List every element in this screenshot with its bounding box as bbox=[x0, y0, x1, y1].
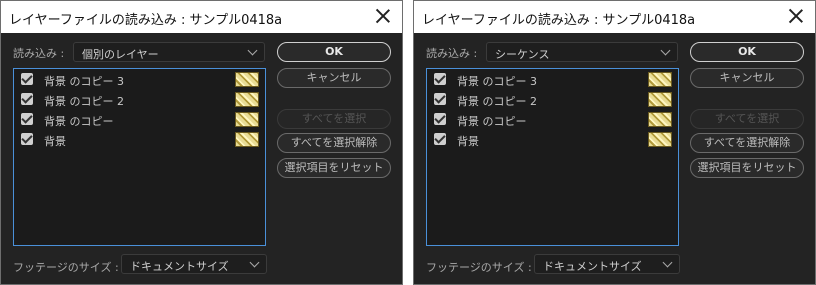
layer-row[interactable]: 背景 のコピー bbox=[427, 110, 678, 130]
reset-selection-button[interactable]: 選択項目をリセット bbox=[690, 158, 804, 178]
layer-thumbnail bbox=[235, 112, 259, 127]
close-icon[interactable] bbox=[374, 7, 392, 25]
import-mode-value: シーケンス bbox=[495, 48, 550, 61]
layer-thumbnail bbox=[648, 92, 672, 107]
layer-name: 背景 bbox=[44, 135, 66, 148]
footage-size-select[interactable]: ドキュメントサイズ bbox=[534, 254, 680, 274]
footage-size-select[interactable]: ドキュメントサイズ bbox=[121, 254, 267, 274]
footage-size-value: ドキュメントサイズ bbox=[130, 260, 229, 273]
layer-checkbox[interactable] bbox=[21, 133, 33, 145]
layer-checkbox[interactable] bbox=[434, 93, 446, 105]
footage-size-value: ドキュメントサイズ bbox=[543, 260, 642, 273]
import-label: 読み込み : bbox=[13, 47, 65, 60]
title-bar: レイヤーファイルの読み込み : サンプル0418a bbox=[414, 1, 815, 33]
layer-name: 背景 のコピー bbox=[457, 115, 527, 128]
layer-name: 背景 のコピー 3 bbox=[457, 75, 537, 88]
close-icon[interactable] bbox=[787, 7, 805, 25]
import-layer-dialog: レイヤーファイルの読み込み : サンプル0418a 読み込み : 個別のレイヤー… bbox=[0, 0, 403, 285]
dialog-title: レイヤーファイルの読み込み : サンプル0418a bbox=[422, 13, 696, 28]
layer-name: 背景 のコピー 2 bbox=[457, 95, 537, 108]
select-all-button[interactable]: すべてを選択 bbox=[690, 109, 804, 129]
select-all-button[interactable]: すべてを選択 bbox=[277, 109, 391, 129]
chevron-down-icon bbox=[660, 45, 671, 56]
layer-row[interactable]: 背景 のコピー 2 bbox=[427, 90, 678, 110]
dialog-title: レイヤーファイルの読み込み : サンプル0418a bbox=[9, 13, 283, 28]
cancel-button[interactable]: キャンセル bbox=[690, 68, 804, 88]
layer-thumbnail bbox=[235, 92, 259, 107]
layer-thumbnail bbox=[648, 132, 672, 147]
layer-list[interactable]: 背景 のコピー 3 背景 のコピー 2 背景 のコピー 背景 bbox=[13, 68, 266, 246]
deselect-all-button[interactable]: すべてを選択解除 bbox=[690, 133, 804, 153]
ok-button[interactable]: OK bbox=[277, 42, 391, 62]
footage-size-label: フッテージのサイズ : bbox=[13, 261, 119, 274]
title-bar: レイヤーファイルの読み込み : サンプル0418a bbox=[1, 1, 402, 33]
deselect-all-button[interactable]: すべてを選択解除 bbox=[277, 133, 391, 153]
layer-name: 背景 のコピー 3 bbox=[44, 75, 124, 88]
layer-checkbox[interactable] bbox=[434, 113, 446, 125]
layer-thumbnail bbox=[235, 132, 259, 147]
layer-thumbnail bbox=[648, 72, 672, 87]
import-mode-select[interactable]: シーケンス bbox=[486, 42, 678, 62]
cancel-button[interactable]: キャンセル bbox=[277, 68, 391, 88]
import-mode-value: 個別のレイヤー bbox=[82, 48, 159, 61]
ok-button[interactable]: OK bbox=[690, 42, 804, 62]
layer-name: 背景 bbox=[457, 135, 479, 148]
layer-checkbox[interactable] bbox=[21, 73, 33, 85]
layer-list[interactable]: 背景 のコピー 3 背景 のコピー 2 背景 のコピー 背景 bbox=[426, 68, 679, 246]
chevron-down-icon bbox=[247, 45, 258, 56]
layer-row[interactable]: 背景 のコピー 3 bbox=[14, 70, 265, 90]
layer-checkbox[interactable] bbox=[21, 93, 33, 105]
layer-checkbox[interactable] bbox=[434, 133, 446, 145]
import-mode-select[interactable]: 個別のレイヤー bbox=[73, 42, 265, 62]
layer-name: 背景 のコピー bbox=[44, 115, 114, 128]
import-layer-dialog: レイヤーファイルの読み込み : サンプル0418a 読み込み : シーケンス 背… bbox=[413, 0, 816, 285]
layer-checkbox[interactable] bbox=[434, 73, 446, 85]
chevron-down-icon bbox=[662, 257, 673, 268]
layer-row[interactable]: 背景 のコピー 3 bbox=[427, 70, 678, 90]
layer-checkbox[interactable] bbox=[21, 113, 33, 125]
layer-thumbnail bbox=[648, 112, 672, 127]
layer-name: 背景 のコピー 2 bbox=[44, 95, 124, 108]
layer-row[interactable]: 背景 のコピー 2 bbox=[14, 90, 265, 110]
layer-row[interactable]: 背景 bbox=[427, 130, 678, 150]
reset-selection-button[interactable]: 選択項目をリセット bbox=[277, 158, 391, 178]
chevron-down-icon bbox=[249, 257, 260, 268]
layer-row[interactable]: 背景 bbox=[14, 130, 265, 150]
layer-thumbnail bbox=[235, 72, 259, 87]
import-label: 読み込み : bbox=[426, 47, 478, 60]
layer-row[interactable]: 背景 のコピー bbox=[14, 110, 265, 130]
footage-size-label: フッテージのサイズ : bbox=[426, 261, 532, 274]
